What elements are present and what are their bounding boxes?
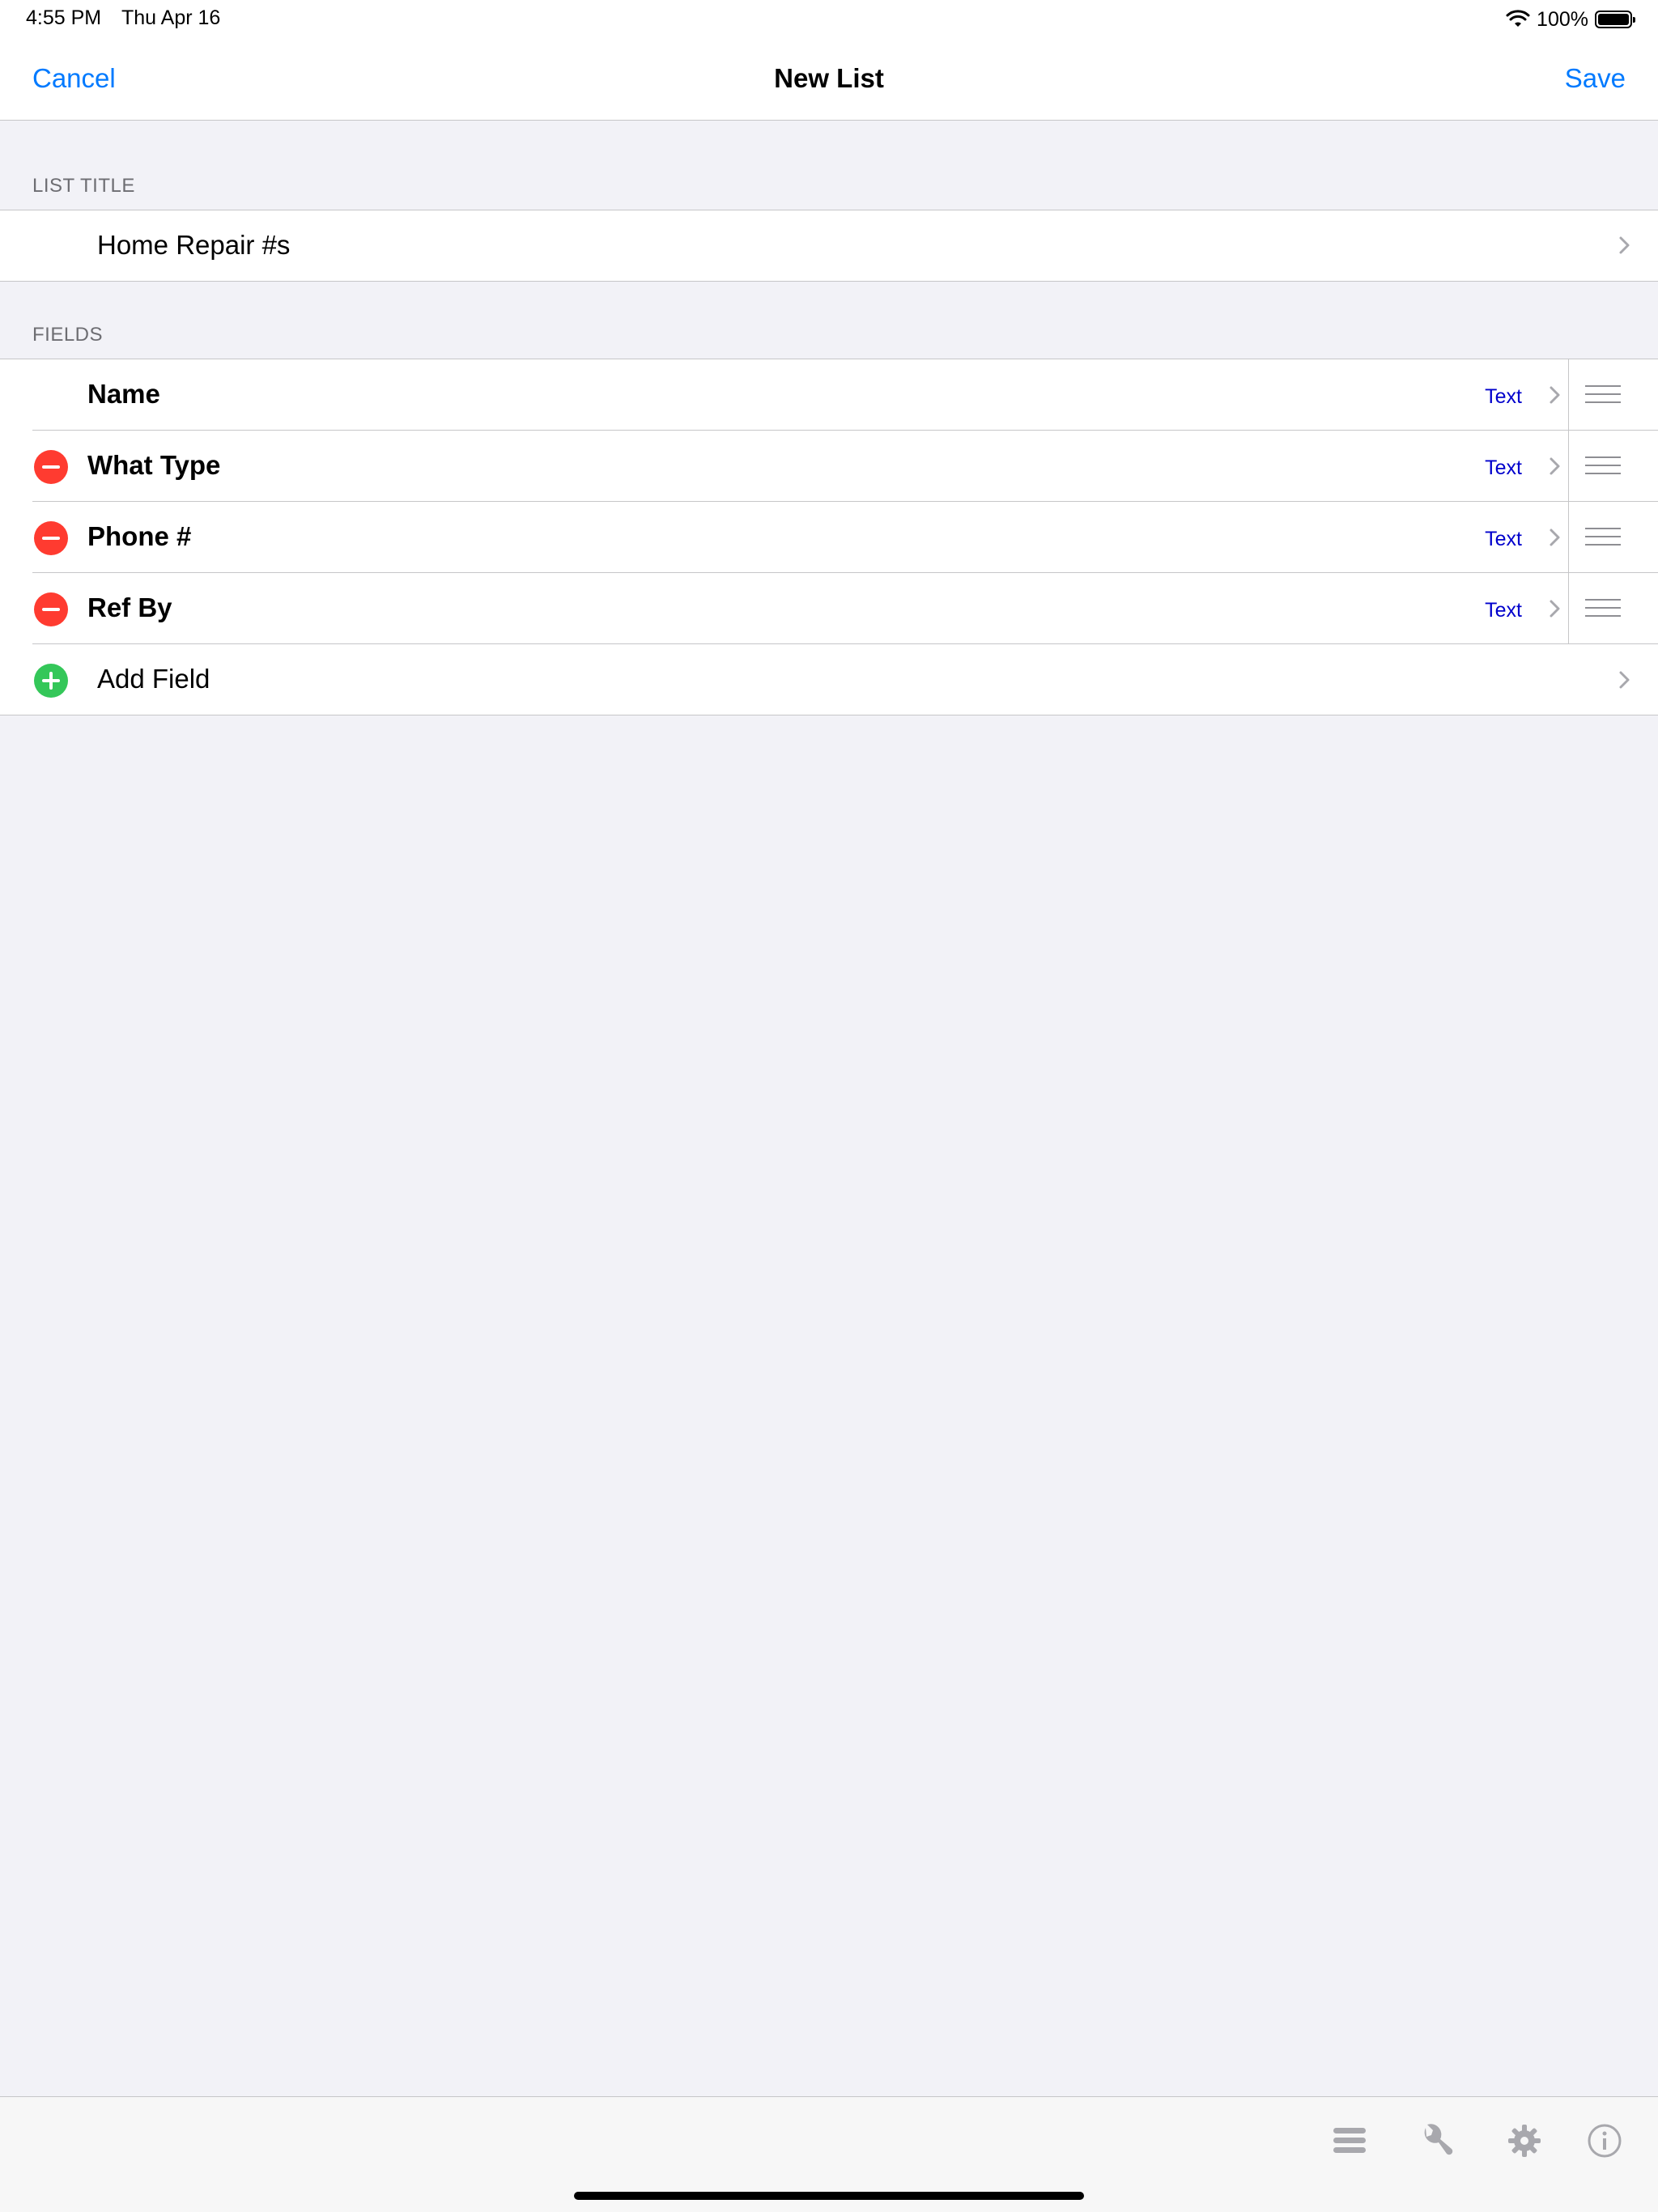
chevron-right-icon xyxy=(1543,526,1566,549)
reorder-icon xyxy=(1585,528,1621,547)
field-row-name[interactable]: Name Text xyxy=(0,359,1658,431)
battery-fill xyxy=(1598,14,1629,25)
home-indicator xyxy=(574,2192,1084,2200)
page-title: New List xyxy=(774,63,884,93)
add-field-label: Add Field xyxy=(97,664,210,694)
battery-percent: 100% xyxy=(1537,7,1588,31)
list-title-row[interactable]: Home Repair #s xyxy=(0,210,1658,282)
field-type: Text xyxy=(1485,456,1522,479)
chevron-right-icon xyxy=(1613,669,1635,691)
reorder-handle[interactable] xyxy=(1568,359,1658,431)
field-name: What Type xyxy=(87,450,221,480)
chevron-right-icon xyxy=(1613,234,1635,257)
field-name: Phone # xyxy=(87,521,192,551)
field-name: Ref By xyxy=(87,592,172,622)
wrench-icon[interactable] xyxy=(1418,2121,1456,2160)
delete-field-icon[interactable] xyxy=(34,521,68,555)
save-button[interactable]: Save xyxy=(1565,63,1626,94)
battery-icon xyxy=(1595,11,1635,28)
reorder-icon xyxy=(1585,385,1621,405)
navigation-bar: Cancel New List Save xyxy=(0,39,1658,121)
status-indicators: 100% xyxy=(1506,5,1635,34)
add-field-icon[interactable] xyxy=(34,664,68,698)
reorder-handle[interactable] xyxy=(1568,573,1658,644)
list-icon[interactable] xyxy=(1330,2121,1369,2160)
list-title-header: LIST TITLE xyxy=(32,175,135,197)
field-type: Text xyxy=(1485,528,1522,550)
status-date: Thu Apr 16 xyxy=(121,6,221,29)
reorder-icon xyxy=(1585,456,1621,476)
list-title-value: Home Repair #s xyxy=(97,230,291,260)
chevron-right-icon xyxy=(1543,597,1566,620)
reorder-handle[interactable] xyxy=(1568,431,1658,502)
info-icon[interactable] xyxy=(1585,2121,1624,2160)
field-type: Text xyxy=(1485,385,1522,408)
status-time: 4:55 PM xyxy=(26,6,102,29)
reorder-handle[interactable] xyxy=(1568,502,1658,573)
fields-list: Name Text What Type Text Phone # Text Re… xyxy=(0,359,1658,715)
reorder-icon xyxy=(1585,599,1621,618)
field-row-what-type[interactable]: What Type Text xyxy=(0,431,1658,502)
chevron-right-icon xyxy=(1543,384,1566,406)
delete-field-icon[interactable] xyxy=(34,592,68,626)
fields-header: FIELDS xyxy=(32,324,104,346)
gear-icon[interactable] xyxy=(1505,2121,1544,2160)
field-type: Text xyxy=(1485,599,1522,622)
wifi-icon xyxy=(1506,10,1530,27)
add-field-row[interactable]: Add Field xyxy=(0,644,1658,715)
status-bar: 4:55 PM Thu Apr 16 100% xyxy=(0,0,1658,39)
field-name: Name xyxy=(87,379,160,409)
delete-field-icon[interactable] xyxy=(34,450,68,484)
chevron-right-icon xyxy=(1543,455,1566,478)
field-row-ref-by[interactable]: Ref By Text xyxy=(0,573,1658,644)
field-row-phone[interactable]: Phone # Text xyxy=(0,502,1658,573)
